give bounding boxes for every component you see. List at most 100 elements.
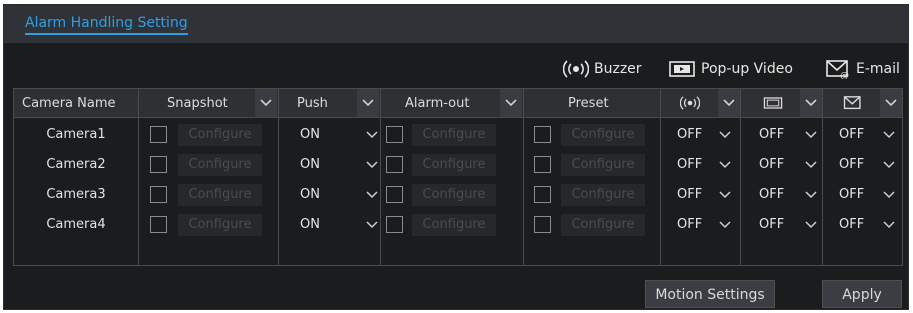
- chevron-down-icon[interactable]: [365, 130, 379, 140]
- snapshot-checkbox[interactable]: [150, 126, 167, 143]
- chevron-down-icon[interactable]: [804, 160, 818, 170]
- chevron-down-icon[interactable]: [882, 160, 896, 170]
- snapshot-configure-button[interactable]: Configure: [178, 124, 262, 146]
- preset-checkbox[interactable]: [534, 126, 551, 143]
- alarm-out-dropdown[interactable]: [500, 89, 522, 117]
- alarm-out-configure-button[interactable]: Configure: [412, 214, 496, 236]
- title-bar: Alarm Handling Setting: [4, 5, 908, 43]
- buzzer-icon: [680, 96, 700, 110]
- buzzer-value[interactable]: OFF: [677, 217, 702, 232]
- popup-video-dropdown[interactable]: [800, 89, 822, 117]
- email-value[interactable]: OFF: [839, 187, 864, 202]
- chevron-down-icon: [885, 99, 897, 107]
- snapshot-checkbox[interactable]: [150, 186, 167, 203]
- alarm-handling-panel: Alarm Handling Setting Buzzer Pop-up Vid…: [3, 4, 909, 310]
- table-row: Camera4 Configure ON Configure Configure…: [14, 210, 902, 240]
- buzzer-value[interactable]: OFF: [677, 127, 702, 142]
- motion-settings-button[interactable]: Motion Settings: [645, 280, 775, 308]
- header-buzzer[interactable]: [661, 89, 740, 118]
- legend-buzzer-label: Buzzer: [594, 61, 642, 77]
- popup-video-value[interactable]: OFF: [759, 157, 784, 172]
- preset-checkbox[interactable]: [534, 186, 551, 203]
- alarm-table: Camera Name Snapshot Push Alarm-out Pres…: [13, 88, 903, 266]
- snapshot-configure-button[interactable]: Configure: [178, 154, 262, 176]
- popup-video-icon: [763, 97, 783, 109]
- table-row: Camera2 Configure ON Configure Configure…: [14, 150, 902, 180]
- camera-name: Camera4: [46, 217, 106, 232]
- chevron-down-icon: [505, 99, 517, 107]
- chevron-down-icon: [805, 99, 817, 107]
- alarm-out-checkbox[interactable]: [386, 156, 403, 173]
- alarm-out-checkbox[interactable]: [386, 216, 403, 233]
- popup-video-value[interactable]: OFF: [759, 217, 784, 232]
- buzzer-dropdown[interactable]: [718, 89, 740, 117]
- legend-email-label: E-mail: [856, 61, 900, 77]
- alarm-out-checkbox[interactable]: [386, 186, 403, 203]
- snapshot-dropdown[interactable]: [255, 89, 277, 117]
- svg-text:@: @: [840, 71, 849, 79]
- chevron-down-icon: [723, 99, 735, 107]
- legend-popup-label: Pop-up Video: [701, 61, 793, 77]
- chevron-down-icon[interactable]: [882, 190, 896, 200]
- snapshot-configure-button[interactable]: Configure: [178, 184, 262, 206]
- alarm-out-configure-button[interactable]: Configure: [412, 154, 496, 176]
- chevron-down-icon[interactable]: [882, 130, 896, 140]
- snapshot-checkbox[interactable]: [150, 216, 167, 233]
- email-value[interactable]: OFF: [839, 157, 864, 172]
- email-dropdown[interactable]: [880, 89, 902, 117]
- chevron-down-icon[interactable]: [882, 220, 896, 230]
- chevron-down-icon[interactable]: [365, 220, 379, 230]
- snapshot-configure-button[interactable]: Configure: [178, 214, 262, 236]
- email-icon: [843, 96, 861, 110]
- header-alarm-out-label: Alarm-out: [405, 96, 470, 111]
- chevron-down-icon[interactable]: [804, 220, 818, 230]
- alarm-out-configure-button[interactable]: Configure: [412, 124, 496, 146]
- header-popup-video[interactable]: [741, 89, 822, 118]
- chevron-down-icon[interactable]: [365, 160, 379, 170]
- alarm-out-checkbox[interactable]: [386, 126, 403, 143]
- push-value[interactable]: ON: [300, 217, 320, 232]
- header-snapshot[interactable]: Snapshot: [139, 89, 278, 118]
- header-camera-name: Camera Name: [14, 89, 138, 118]
- legend-buzzer: Buzzer: [563, 58, 642, 80]
- chevron-down-icon[interactable]: [804, 130, 818, 140]
- push-dropdown[interactable]: [357, 89, 379, 117]
- preset-configure-button[interactable]: Configure: [561, 214, 645, 236]
- popup-video-icon: [669, 61, 695, 77]
- email-value[interactable]: OFF: [839, 127, 864, 142]
- push-value[interactable]: ON: [300, 127, 320, 142]
- preset-configure-button[interactable]: Configure: [561, 124, 645, 146]
- popup-video-value[interactable]: OFF: [759, 127, 784, 142]
- camera-name: Camera1: [46, 127, 106, 142]
- buzzer-value[interactable]: OFF: [677, 157, 702, 172]
- chevron-down-icon[interactable]: [718, 220, 732, 230]
- email-icon: @: [826, 60, 849, 79]
- chevron-down-icon: [260, 99, 272, 107]
- apply-button[interactable]: Apply: [822, 280, 902, 308]
- preset-configure-button[interactable]: Configure: [561, 154, 645, 176]
- chevron-down-icon[interactable]: [718, 160, 732, 170]
- push-value[interactable]: ON: [300, 157, 320, 172]
- email-value[interactable]: OFF: [839, 217, 864, 232]
- header-preset-label: Preset: [568, 96, 609, 111]
- push-value[interactable]: ON: [300, 187, 320, 202]
- chevron-down-icon[interactable]: [804, 190, 818, 200]
- alarm-out-configure-button[interactable]: Configure: [412, 184, 496, 206]
- preset-checkbox[interactable]: [534, 216, 551, 233]
- preset-configure-button[interactable]: Configure: [561, 184, 645, 206]
- chevron-down-icon[interactable]: [718, 130, 732, 140]
- header-alarm-out[interactable]: Alarm-out: [381, 89, 523, 118]
- buzzer-value[interactable]: OFF: [677, 187, 702, 202]
- chevron-down-icon[interactable]: [365, 190, 379, 200]
- chevron-down-icon[interactable]: [718, 190, 732, 200]
- camera-name: Camera3: [46, 187, 106, 202]
- legend-popup: Pop-up Video: [668, 58, 793, 80]
- camera-name: Camera2: [46, 157, 106, 172]
- snapshot-checkbox[interactable]: [150, 156, 167, 173]
- preset-checkbox[interactable]: [534, 156, 551, 173]
- header-push[interactable]: Push: [279, 89, 380, 118]
- popup-video-value[interactable]: OFF: [759, 187, 784, 202]
- header-snapshot-label: Snapshot: [167, 96, 228, 111]
- header-camera-name-label: Camera Name: [22, 96, 116, 111]
- header-email[interactable]: [823, 89, 902, 118]
